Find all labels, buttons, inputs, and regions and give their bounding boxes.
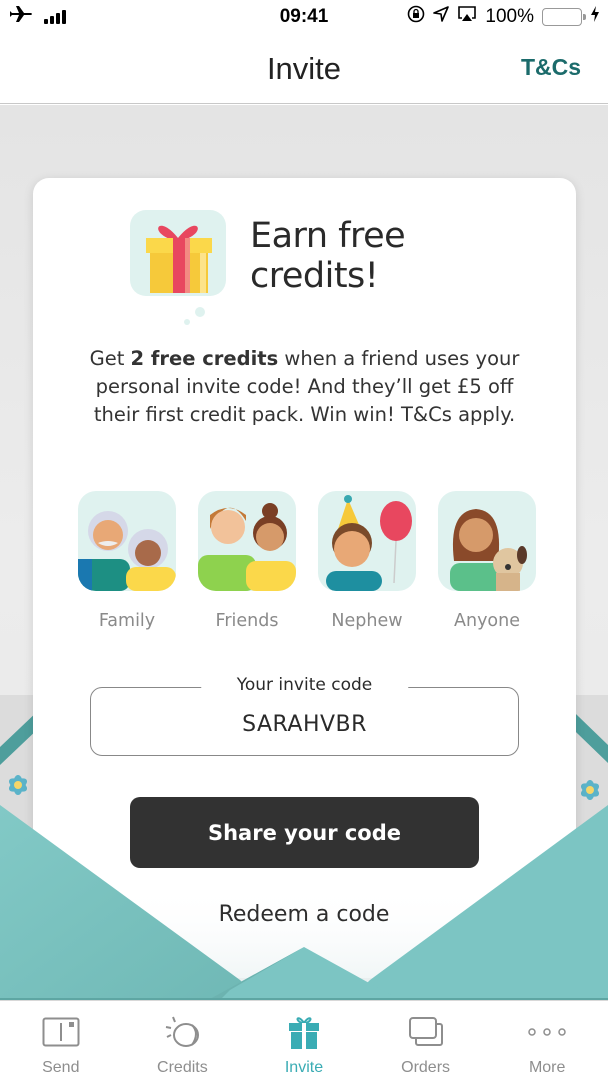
people-list: Family Friends Nephew Anyone [77,491,537,631]
share-code-button[interactable]: Share your code [130,797,479,868]
family-illustration [78,491,176,591]
airplane-mode-icon [10,4,34,30]
invite-content: Earn free credits! Get 2 free credits wh… [0,105,608,1000]
page-title: Invite [266,50,342,86]
person-anyone: Anyone [437,491,537,631]
invite-card: Earn free credits! Get 2 free credits wh… [33,178,576,978]
redeem-code-link[interactable]: Redeem a code [0,902,608,927]
invite-description: Get 2 free credits when a friend uses yo… [89,347,520,426]
invite-code-value[interactable]: SARAHVBR [91,712,518,737]
status-bar: 09:41 100% [0,0,608,34]
tab-orders[interactable]: Orders [365,1001,487,1080]
hero-title: Earn free credits! [250,216,406,296]
charging-icon [590,6,600,28]
person-nephew: Nephew [317,491,417,631]
person-friends: Friends [197,491,297,631]
gift-icon [128,208,228,328]
invite-code-field[interactable]: Your invite code SARAHVBR [90,675,519,756]
more-dots-icon [527,1015,567,1049]
navigation-bar: Invite T&Cs [0,34,608,104]
send-card-icon [41,1015,81,1049]
gift-icon [284,1015,324,1049]
friends-illustration [198,491,296,591]
orders-icon [406,1015,446,1049]
location-icon [433,6,450,28]
airplay-icon [457,5,477,29]
tab-more[interactable]: More [486,1001,608,1080]
tab-bar: Send Credits Invite Orders More [0,1000,608,1080]
rotation-lock-icon [407,5,425,29]
invite-code-label: Your invite code [200,675,409,695]
terms-button[interactable]: T&Cs [521,54,581,81]
person-family: Family [77,491,177,631]
signal-icon [44,10,66,24]
battery-percent: 100% [485,6,534,27]
anyone-illustration [438,491,536,591]
tab-invite[interactable]: Invite [243,1001,365,1080]
nephew-illustration [318,491,416,591]
tab-send[interactable]: Send [0,1001,122,1080]
hero: Earn free credits! [128,208,478,328]
tab-credits[interactable]: Credits [122,1001,244,1080]
coin-icon [162,1015,202,1049]
battery-icon [542,8,586,26]
